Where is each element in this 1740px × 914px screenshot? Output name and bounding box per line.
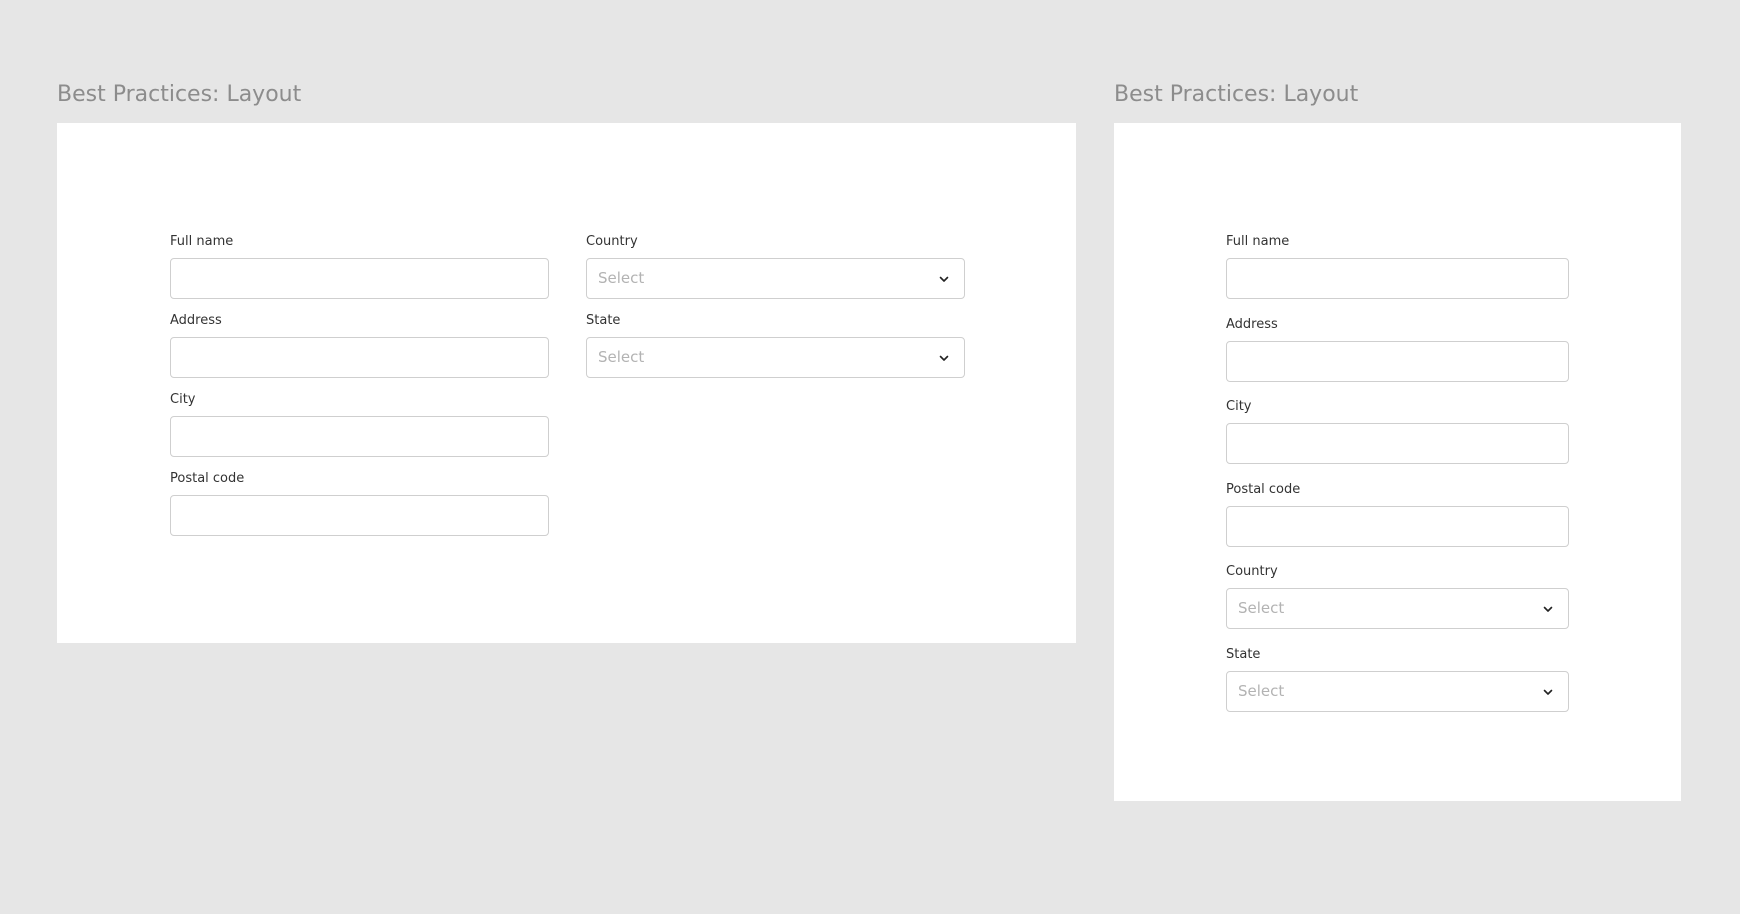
country-label: Country	[1226, 564, 1278, 579]
frame-1-two-column-form: Full name Address City Postal code Count…	[57, 123, 1076, 643]
state-select-placeholder: Select	[598, 348, 645, 366]
state-label: State	[1226, 647, 1261, 662]
city-input[interactable]	[170, 416, 549, 457]
chevron-down-icon	[938, 273, 950, 285]
address-input[interactable]	[170, 337, 549, 378]
state-select-placeholder: Select	[1238, 682, 1285, 700]
postal-code-field: Postal code	[170, 471, 549, 536]
city-label: City	[1226, 399, 1252, 414]
postal-code-input[interactable]	[1226, 506, 1569, 547]
city-label: City	[170, 392, 196, 407]
state-select[interactable]: Select	[586, 337, 965, 378]
frame-2-title: Best Practices: Layout	[1114, 82, 1359, 107]
address-label: Address	[170, 313, 222, 328]
postal-code-label: Postal code	[170, 471, 245, 486]
country-select-placeholder: Select	[1238, 599, 1285, 617]
city-field: City	[170, 392, 549, 457]
city-field: City	[1226, 399, 1569, 464]
postal-code-field: Postal code	[1226, 482, 1569, 547]
full-name-input[interactable]	[170, 258, 549, 299]
state-select[interactable]: Select	[1226, 671, 1569, 712]
full-name-field: Full name	[170, 234, 549, 299]
postal-code-input[interactable]	[170, 495, 549, 536]
full-name-input[interactable]	[1226, 258, 1569, 299]
country-select[interactable]: Select	[1226, 588, 1569, 629]
address-label: Address	[1226, 317, 1278, 332]
chevron-down-icon	[938, 352, 950, 364]
full-name-label: Full name	[170, 234, 234, 249]
chevron-down-icon	[1542, 603, 1554, 615]
address-field: Address	[170, 313, 549, 378]
country-select-placeholder: Select	[598, 269, 645, 287]
chevron-down-icon	[1542, 686, 1554, 698]
country-label: Country	[586, 234, 638, 249]
postal-code-label: Postal code	[1226, 482, 1301, 497]
state-field: State Select	[1226, 647, 1569, 712]
frame-1-title: Best Practices: Layout	[57, 82, 302, 107]
country-select[interactable]: Select	[586, 258, 965, 299]
address-field: Address	[1226, 317, 1569, 382]
country-field: Country Select	[586, 234, 965, 299]
frame-2-single-column-form: Full name Address City Postal code Count…	[1114, 123, 1681, 801]
country-field: Country Select	[1226, 564, 1569, 629]
full-name-label: Full name	[1226, 234, 1290, 249]
state-field: State Select	[586, 313, 965, 378]
address-input[interactable]	[1226, 341, 1569, 382]
full-name-field: Full name	[1226, 234, 1569, 299]
state-label: State	[586, 313, 621, 328]
city-input[interactable]	[1226, 423, 1569, 464]
